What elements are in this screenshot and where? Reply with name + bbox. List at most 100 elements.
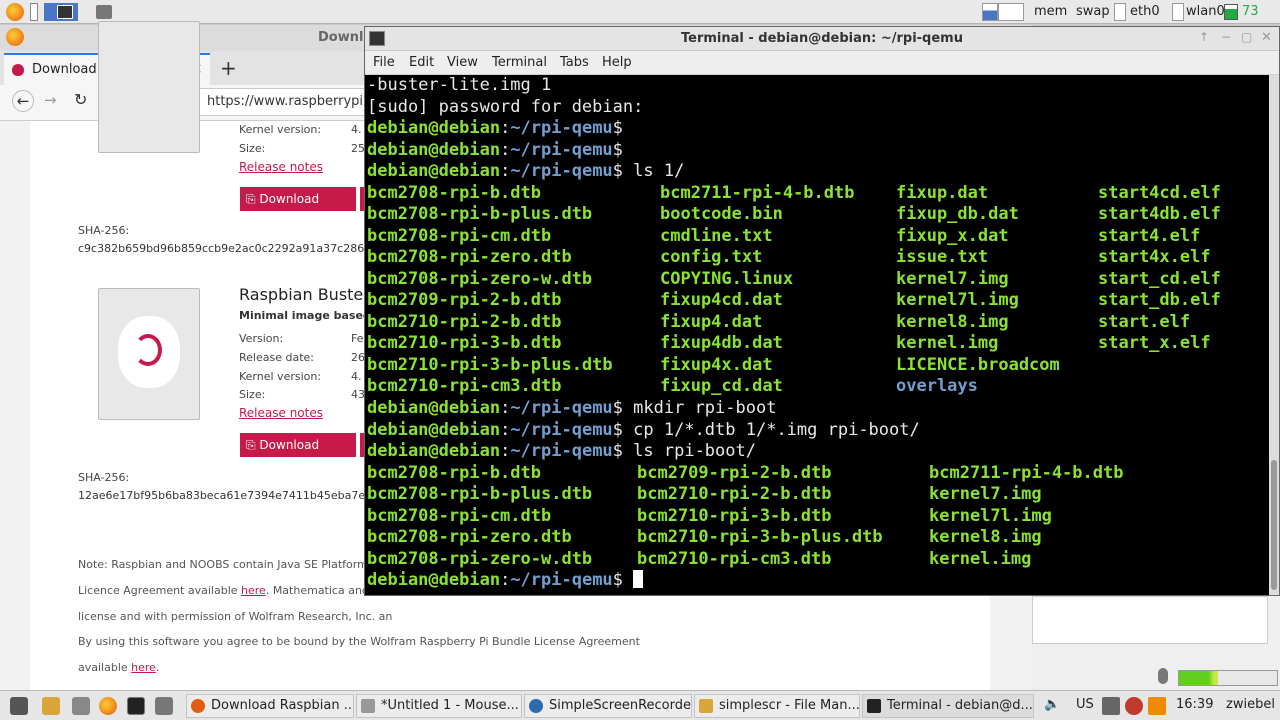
- workspace-1-icon[interactable]: [30, 3, 38, 21]
- file-entry: bcm2708-rpi-zero-w.dtb: [367, 548, 593, 569]
- file-entry: bcm2708-rpi-b.dtb: [367, 462, 541, 483]
- note-line-3-text: license and with permission of Wolfram R…: [78, 610, 393, 623]
- prompt-line: debian@debian:~/rpi-qemu$: [367, 140, 633, 162]
- download-torrent-button-2[interactable]: ⎘ Download Torrent: [240, 433, 356, 476]
- prompt-path: ~/rpi-qemu: [510, 419, 613, 440]
- file-entry: bootcode.bin: [660, 204, 783, 224]
- file-entry: start_db.elf: [1098, 290, 1221, 310]
- file-entry: config.txt: [660, 247, 763, 267]
- scrollbar-thumb[interactable]: [1271, 460, 1277, 590]
- file-entry: issue.txt: [896, 247, 989, 267]
- volume-icon[interactable]: 🔈: [1044, 697, 1060, 712]
- terminal-output[interactable]: -buster-lite.img 1 [sudo] password for d…: [365, 75, 1269, 595]
- terminal-scrollbar[interactable]: [1269, 75, 1279, 595]
- licence-here-link[interactable]: here: [241, 584, 266, 597]
- task-terminal[interactable]: Terminal - debian@d...: [862, 694, 1034, 718]
- recorder-task-icon: [529, 699, 543, 713]
- wolfram-here-link[interactable]: here: [131, 661, 156, 674]
- file-entry: bcm2710-rpi-cm3.dtb: [367, 376, 562, 396]
- menu-edit[interactable]: Edit: [409, 55, 434, 70]
- prompt-colon: :: [500, 161, 511, 181]
- maximize-icon[interactable]: ▢: [1241, 30, 1252, 44]
- download-torrent-button-1[interactable]: ⎘ Download Torrent: [240, 187, 356, 230]
- menu-view[interactable]: View: [447, 55, 478, 70]
- output-text: [sudo] password for debian:: [367, 96, 644, 117]
- recording-icon[interactable]: [1125, 697, 1143, 715]
- mic-icon[interactable]: [1158, 668, 1168, 684]
- version-value-2: Fe: [351, 332, 364, 345]
- listing-row: bcm2710-rpi-3-b-plus.dtb fixup4x.dat LICEN…: [367, 355, 1267, 377]
- file-entry: bcm2708-rpi-cm.dtb: [367, 505, 552, 526]
- file-entry: bcm2708-rpi-zero-w.dtb: [367, 268, 593, 289]
- screenshot-launch-icon[interactable]: [155, 697, 173, 715]
- terminal-titlebar[interactable]: Terminal - debian@debian: ~/rpi-qemu ↑ −…: [365, 27, 1279, 51]
- network-icon[interactable]: [1102, 697, 1120, 715]
- menu-tabs[interactable]: Tabs: [560, 55, 589, 70]
- screenshot-icon[interactable]: [96, 5, 112, 19]
- prompt-colon: :: [500, 441, 511, 461]
- background-window-panel: [1032, 596, 1268, 644]
- file-entry: bcm2708-rpi-zero.dtb: [367, 527, 572, 547]
- firefox-task-icon: [191, 699, 205, 713]
- prompt-colon: :: [500, 419, 511, 440]
- prompt-user: debian@debian: [367, 118, 501, 138]
- task-mousepad[interactable]: *Untitled 1 - Mouse...: [356, 694, 522, 718]
- task-label: simplescr - File Man...: [719, 698, 860, 713]
- listing-row: bcm2710-rpi-2-b.dtb fixup4.dat kernel8.img…: [367, 312, 1267, 334]
- file-entry: start_cd.elf: [1098, 268, 1221, 289]
- forward-icon[interactable]: →: [44, 91, 57, 109]
- file-manager-icon[interactable]: [42, 697, 60, 715]
- back-icon[interactable]: ←: [12, 90, 34, 112]
- prompt-user: debian@debian: [367, 441, 501, 461]
- tools-icon[interactable]: [72, 697, 90, 715]
- file-entry: LICENCE.broadcom: [896, 354, 1060, 375]
- file-entry: kernel8.img: [929, 527, 1042, 547]
- menu-file[interactable]: File: [373, 55, 395, 70]
- note-line-2-text: Licence Agreement available: [78, 584, 242, 597]
- keyboard-layout[interactable]: US: [1076, 697, 1094, 712]
- username[interactable]: zwiebel: [1226, 697, 1275, 712]
- firefox-launch-icon[interactable]: [99, 697, 117, 715]
- file-entry: bcm2710-rpi-2-b.dtb: [367, 311, 562, 332]
- prompt-line: debian@debian:~/rpi-qemu$ cp 1/*.dtb 1/*…: [367, 420, 920, 442]
- text-cursor: [633, 570, 644, 588]
- release-notes-link-1[interactable]: Release notes: [239, 160, 323, 174]
- task-simplescreenrecorder[interactable]: SimpleScreenRecorder: [524, 694, 692, 718]
- prompt-path: ~/rpi-qemu: [510, 161, 613, 181]
- listing-row: bcm2708-rpi-cm.dtb cmdline.txt fixup_x.dat…: [367, 226, 1267, 248]
- task-download-raspbian[interactable]: Download Raspbian ...: [186, 694, 354, 718]
- task-label: SimpleScreenRecorder: [549, 698, 692, 713]
- new-tab-button[interactable]: +: [220, 56, 237, 80]
- firefox-icon[interactable]: [6, 3, 24, 21]
- terminal-launch-icon[interactable]: [127, 697, 145, 715]
- release-notes-link-2[interactable]: Release notes: [239, 406, 323, 420]
- prompt-path: ~/rpi-qemu: [510, 570, 613, 590]
- battery-value: 73: [1242, 4, 1259, 19]
- close-icon[interactable]: ✕: [1261, 30, 1272, 45]
- menu-terminal[interactable]: Terminal: [492, 55, 547, 70]
- firefox-logo-icon: [6, 28, 24, 46]
- torrent-icon-2: ⎘: [246, 438, 260, 452]
- prompt-colon: :: [500, 118, 511, 138]
- minimize-up-icon[interactable]: ↑: [1199, 30, 1209, 44]
- file-entry: start4.elf: [1098, 225, 1201, 246]
- menu-help[interactable]: Help: [602, 55, 632, 70]
- terminal-window[interactable]: Terminal - debian@debian: ~/rpi-qemu ↑ −…: [364, 26, 1280, 596]
- file-entry: bcm2709-rpi-2-b.dtb: [637, 462, 832, 483]
- sha-value-1: c9c382b659bd96b859ccb9e2ac0c2292a91a37c2…: [78, 242, 371, 255]
- file-entry: bcm2708-rpi-b.dtb: [367, 182, 541, 203]
- item2-title: Raspbian Buster: [239, 285, 370, 304]
- minimize-icon[interactable]: −: [1221, 30, 1231, 44]
- background-window-strip: [1032, 596, 1280, 690]
- listing-row: bcm2710-rpi-cm3.dtb fixup_cd.dat overlays: [367, 376, 1267, 398]
- file-entry: COPYING.linux: [660, 268, 794, 289]
- vlc-icon[interactable]: [1148, 697, 1166, 715]
- file-entry: fixup_x.dat: [896, 225, 1009, 246]
- file-entry: fixup_cd.dat: [660, 376, 783, 396]
- task-file-manager[interactable]: simplescr - File Man...: [694, 694, 860, 718]
- command-text: ls rpi-boot/: [633, 441, 756, 461]
- size-label-1: Size:: [239, 142, 266, 155]
- menu-start-icon[interactable]: [10, 697, 28, 715]
- reload-icon[interactable]: ↻: [74, 90, 87, 109]
- terminal-launcher-icon[interactable]: [57, 5, 73, 19]
